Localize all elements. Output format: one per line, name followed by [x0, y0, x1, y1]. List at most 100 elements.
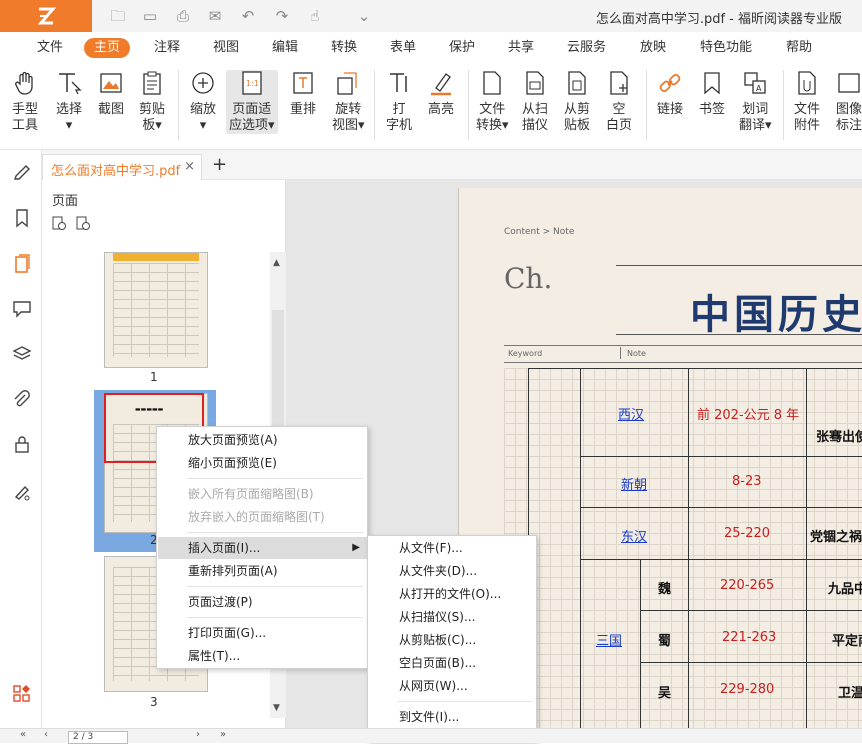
- new-tab-button[interactable]: +: [212, 154, 227, 175]
- scroll-up-icon[interactable]: ▲: [273, 258, 280, 268]
- from-scanner-button[interactable]: 从扫 描仪: [522, 70, 548, 134]
- undo-icon[interactable]: ↶: [238, 6, 258, 26]
- page-number-input[interactable]: 2 / 3: [68, 731, 128, 744]
- menu-item-properties[interactable]: 属性(T)...: [158, 645, 368, 667]
- security-panel-icon[interactable]: [12, 434, 32, 454]
- print-icon[interactable]: ⎙: [173, 6, 193, 26]
- menu-view[interactable]: 视图: [213, 38, 239, 58]
- zoom-out-thumbnail-icon[interactable]: [76, 216, 92, 232]
- blank-page-button[interactable]: 空白页: [606, 70, 632, 134]
- clipboard-page-icon: [568, 71, 586, 95]
- menu-comment[interactable]: 注释: [154, 38, 180, 58]
- menu-edit[interactable]: 编辑: [272, 38, 298, 58]
- group-cell[interactable]: 三国: [596, 630, 622, 649]
- menu-file[interactable]: 文件: [37, 38, 63, 58]
- file-convert-button[interactable]: 文件 转换▾: [476, 70, 509, 134]
- attachment-panel-icon[interactable]: [12, 390, 32, 410]
- hand-tool-button[interactable]: 手型 工具: [12, 70, 38, 134]
- submenu-item-blank-page[interactable]: 空白页面(B)...: [369, 652, 537, 674]
- apps-grid-icon[interactable]: [12, 684, 32, 704]
- svg-text:1:1: 1:1: [246, 79, 259, 88]
- note-cell: 卫温: [838, 686, 862, 701]
- submenu-item-from-web[interactable]: 从网页(W)...: [369, 675, 537, 697]
- hand-icon[interactable]: ☝: [305, 6, 325, 26]
- label-divider: [620, 347, 621, 359]
- menu-item-shrink-preview[interactable]: 缩小页面预览(E): [158, 452, 368, 474]
- reflow-button[interactable]: 重排: [290, 70, 316, 118]
- reflow-icon: [293, 72, 313, 94]
- menu-protect[interactable]: 保护: [449, 38, 475, 58]
- next-page-icon[interactable]: ›: [196, 729, 200, 740]
- word-translate-button[interactable]: A 划词 翻译▾: [739, 70, 772, 134]
- menu-convert[interactable]: 转换: [331, 38, 357, 58]
- dynasty-cell[interactable]: 西汉: [618, 404, 644, 423]
- layers-panel-icon[interactable]: [12, 344, 32, 364]
- link-button[interactable]: 链接: [657, 70, 683, 118]
- menu-item-enlarge-preview[interactable]: 放大页面预览(A): [158, 429, 368, 451]
- title-bar: 🗀 ▭ ⎙ ✉ ↶ ↷ ☝ ⌄ 怎么面对高中学习.pdf - 福昕阅读器专业版: [0, 0, 862, 32]
- comments-panel-icon[interactable]: [12, 298, 32, 318]
- highlight-button[interactable]: 高亮: [428, 70, 454, 118]
- open-folder-icon[interactable]: 🗀: [108, 6, 128, 26]
- menu-item-insert-pages[interactable]: 插入页面(I)... ▶: [158, 537, 368, 559]
- file-icon: [483, 71, 501, 95]
- page-thumbnail-1[interactable]: [104, 252, 208, 368]
- dynasty-cell[interactable]: 新朝: [621, 474, 647, 493]
- image-annotation-button[interactable]: 图像 标注: [836, 70, 862, 134]
- image-icon: [100, 73, 122, 93]
- menu-help[interactable]: 帮助: [786, 38, 812, 58]
- menu-features[interactable]: 特色功能: [700, 38, 752, 58]
- bookmark-panel-icon[interactable]: [12, 208, 32, 228]
- file-attachment-button[interactable]: 文件 附件: [794, 70, 820, 134]
- submenu-item-from-folder[interactable]: 从文件夹(D)...: [369, 560, 537, 582]
- bookmark-button[interactable]: 书签: [699, 70, 725, 118]
- dropdown-icon[interactable]: ⌄: [354, 6, 374, 26]
- insert-pages-submenu: 从文件(F)... 从文件夹(D)... 从打开的文件(O)... 从扫描仪(S…: [367, 535, 537, 743]
- typewriter-button[interactable]: 打字机: [386, 70, 412, 134]
- last-page-icon[interactable]: »: [220, 729, 226, 740]
- table-row-line: [580, 507, 862, 508]
- submenu-item-from-scanner[interactable]: 从扫描仪(S)...: [369, 606, 537, 628]
- years-cell: 8-23: [732, 474, 762, 489]
- pages-panel-icon[interactable]: [12, 254, 32, 274]
- email-icon[interactable]: ✉: [205, 6, 225, 26]
- scanner-icon: [526, 71, 544, 95]
- clipboard-button[interactable]: 剪贴 板▾: [139, 70, 165, 134]
- submenu-item-from-open-file[interactable]: 从打开的文件(O)...: [369, 583, 537, 605]
- menu-item-embed-thumbnails[interactable]: 嵌入所有页面缩略图(B): [158, 483, 368, 505]
- menu-cloud[interactable]: 云服务: [567, 38, 606, 58]
- save-icon[interactable]: ▭: [140, 6, 160, 26]
- rotate-view-button[interactable]: 旋转 视图▾: [332, 70, 365, 134]
- menu-slideshow[interactable]: 放映: [640, 38, 666, 58]
- from-clipboard-button[interactable]: 从剪 贴板: [564, 70, 590, 134]
- menu-item-print-pages[interactable]: 打印页面(G)...: [158, 622, 368, 644]
- submenu-item-to-file[interactable]: 到文件(I)...: [369, 706, 537, 728]
- scroll-down-icon[interactable]: ▼: [273, 703, 280, 713]
- screenshot-button[interactable]: 截图: [98, 70, 124, 118]
- text-select-icon: [59, 73, 82, 95]
- page-fit-options-button[interactable]: 1:1 页面适 应选项▾: [226, 70, 278, 134]
- dynasty-cell[interactable]: 东汉: [621, 526, 647, 545]
- document-tab[interactable]: 怎么面对高中学习.pdf ×: [42, 154, 202, 180]
- select-tool-button[interactable]: 选择 ▾: [56, 70, 82, 134]
- close-tab-icon[interactable]: ×: [184, 159, 195, 174]
- menu-item-rearrange-pages[interactable]: 重新排列页面(A): [158, 560, 368, 582]
- page-fit-icon: 1:1: [242, 71, 262, 95]
- first-page-icon[interactable]: «: [20, 729, 26, 740]
- signature-panel-icon[interactable]: [12, 482, 32, 502]
- pencil-icon[interactable]: [12, 160, 32, 180]
- submenu-item-from-file[interactable]: 从文件(F)...: [369, 537, 537, 559]
- zoom-button[interactable]: 缩放 ▾: [190, 70, 216, 134]
- menu-share[interactable]: 共享: [508, 38, 534, 58]
- document-tab-strip: 怎么面对高中学习.pdf × +: [42, 150, 862, 180]
- dynasty-cell: 蜀: [658, 634, 672, 649]
- zoom-in-thumbnail-icon[interactable]: [52, 216, 68, 232]
- app-logo[interactable]: [0, 0, 92, 32]
- previous-page-icon[interactable]: ‹: [44, 729, 48, 740]
- submenu-item-from-clipboard[interactable]: 从剪贴板(C)...: [369, 629, 537, 651]
- redo-icon[interactable]: ↷: [272, 6, 292, 26]
- menu-item-discard-thumbnails[interactable]: 放弃嵌入的页面缩略图(T): [158, 506, 368, 528]
- menu-item-page-transition[interactable]: 页面过渡(P): [158, 591, 368, 613]
- menu-home[interactable]: 主页: [84, 38, 131, 58]
- menu-form[interactable]: 表单: [390, 38, 416, 58]
